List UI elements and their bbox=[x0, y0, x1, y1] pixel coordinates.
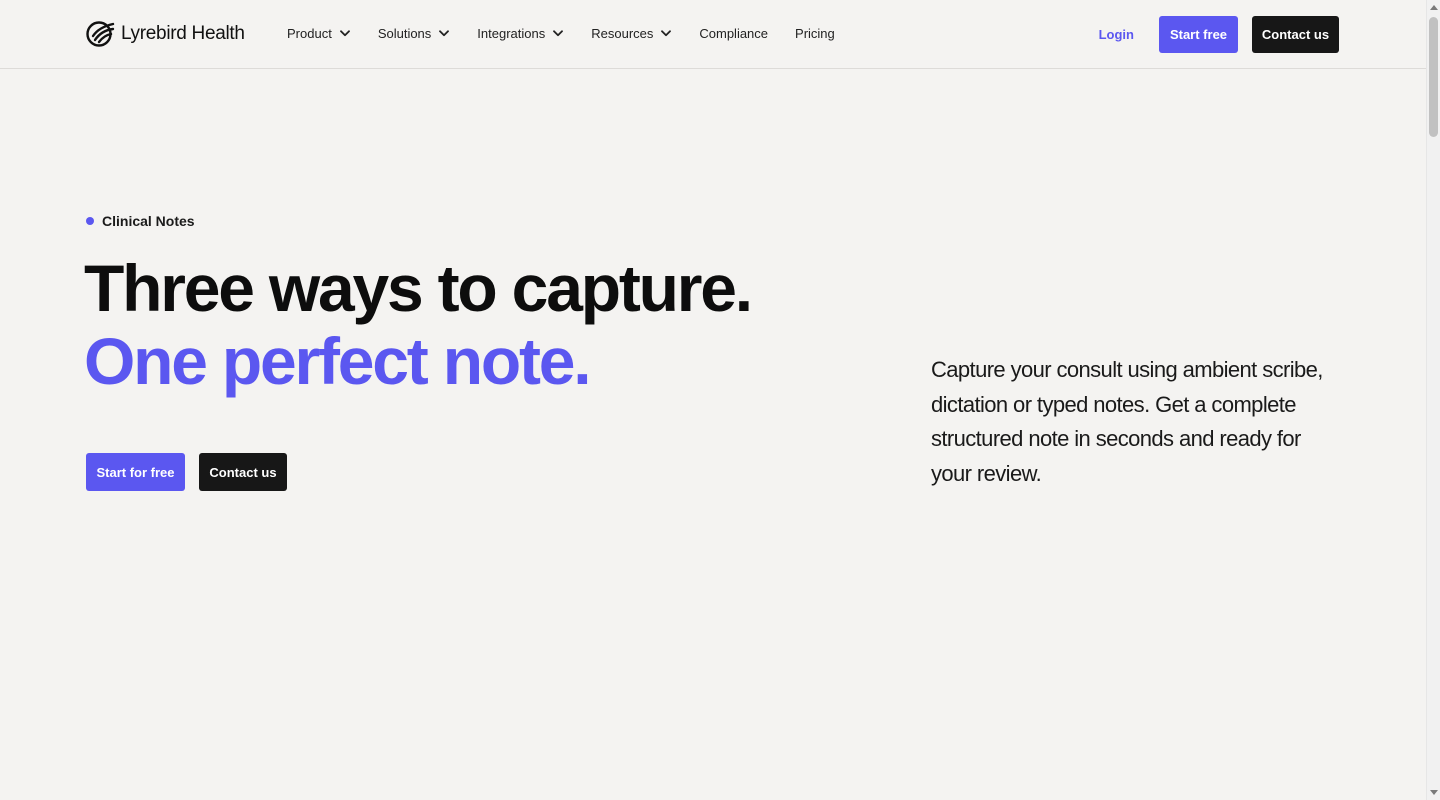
nav-item-label: Compliance bbox=[699, 25, 769, 41]
header-actions: Login Start free Contact us bbox=[1099, 16, 1339, 53]
nav-item-label: Product bbox=[287, 25, 332, 41]
scroll-down-arrow-icon[interactable] bbox=[1430, 790, 1438, 795]
chevron-down-icon bbox=[439, 29, 450, 37]
contact-us-button[interactable]: Contact us bbox=[1252, 16, 1339, 53]
vertical-scrollbar[interactable] bbox=[1426, 0, 1440, 800]
login-link[interactable]: Login bbox=[1099, 27, 1134, 42]
hero-headline: Three ways to capture. One perfect note. bbox=[84, 251, 753, 398]
brand-name: Lyrebird Health bbox=[121, 23, 245, 44]
scrollbar-thumb[interactable] bbox=[1429, 17, 1438, 137]
nav-item-label: Resources bbox=[591, 25, 654, 41]
nav-item-label: Integrations bbox=[477, 25, 546, 41]
nav-item-product[interactable]: Product bbox=[287, 0, 350, 67]
start-free-button[interactable]: Start free bbox=[1159, 16, 1238, 53]
nav-item-pricing[interactable]: Pricing bbox=[795, 0, 835, 67]
headline-line-2: One perfect note. bbox=[84, 324, 592, 398]
nav-item-solutions[interactable]: Solutions bbox=[377, 0, 450, 67]
nav-item-label: Solutions bbox=[377, 25, 432, 41]
chevron-down-icon bbox=[553, 29, 564, 37]
nav-item-label: Pricing bbox=[795, 25, 835, 41]
nav-item-resources[interactable]: Resources bbox=[591, 0, 672, 67]
nav-item-integrations[interactable]: Integrations bbox=[477, 0, 564, 67]
site-header: Lyrebird Health Product Solutions Integr… bbox=[0, 0, 1426, 69]
brand-logo[interactable]: Lyrebird Health bbox=[86, 21, 245, 47]
chevron-down-icon bbox=[339, 29, 350, 37]
nav-item-compliance[interactable]: Compliance bbox=[699, 0, 768, 67]
eyebrow-label: Clinical Notes bbox=[86, 213, 195, 229]
hero-actions: Start for free Contact us bbox=[86, 453, 287, 491]
lyrebird-swirl-icon bbox=[86, 21, 115, 47]
eyebrow-text: Clinical Notes bbox=[102, 213, 195, 229]
headline-line-1: Three ways to capture. bbox=[84, 251, 753, 325]
hero-description: Capture your consult using ambient scrib… bbox=[931, 357, 1323, 486]
hero-contact-us-button[interactable]: Contact us bbox=[199, 453, 287, 491]
page: Lyrebird Health Product Solutions Integr… bbox=[0, 0, 1426, 800]
eyebrow-dot-icon bbox=[86, 217, 94, 225]
chevron-down-icon bbox=[661, 29, 672, 37]
start-for-free-button[interactable]: Start for free bbox=[86, 453, 185, 491]
scroll-up-arrow-icon[interactable] bbox=[1430, 5, 1438, 10]
main-nav: Product Solutions Integrations Resources bbox=[287, 0, 862, 68]
